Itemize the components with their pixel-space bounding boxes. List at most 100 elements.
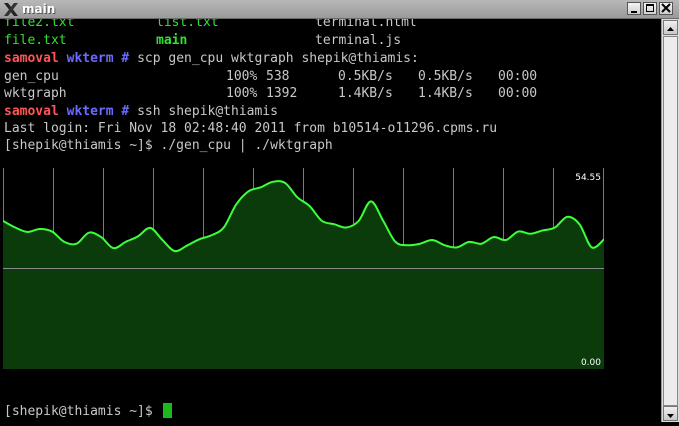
- minimize-button[interactable]: [627, 2, 641, 15]
- listing-item: terminal.js: [315, 33, 402, 48]
- close-icon: [661, 3, 671, 13]
- transfer-rate: 0.5KB/s: [418, 69, 473, 84]
- data-point: [321, 220, 323, 222]
- transfer-rate: 1.4KB/s: [338, 86, 393, 101]
- transfer-pct: 100%: [226, 86, 258, 101]
- title-bar[interactable]: main: [0, 0, 679, 19]
- prompt-user: samoval: [4, 51, 59, 66]
- data-point: [210, 234, 213, 236]
- shell-prompt: [shepik@thiamis ~]$: [4, 404, 153, 419]
- data-point: [284, 182, 286, 184]
- transfer-time: 00:00: [498, 69, 538, 84]
- vertical-scrollbar[interactable]: [661, 19, 679, 422]
- data-point: [39, 228, 41, 230]
- data-point: [112, 247, 114, 249]
- data-point: [296, 196, 298, 198]
- data-point: [174, 250, 176, 252]
- data-point: [100, 236, 102, 238]
- transfer-row: wktgraph 100% 1392 1.4KB/s 1.4KB/s 00:00: [4, 85, 661, 102]
- data-point: [259, 186, 262, 188]
- listing-row: file.txt main terminal.js: [4, 32, 661, 49]
- prompt-hash: #: [121, 104, 130, 119]
- listing-item: terminal.html: [315, 19, 417, 30]
- last-login-text: Last login: Fri Nov 18 02:48:40 2011 fro…: [4, 121, 498, 136]
- maximize-icon: [646, 4, 654, 12]
- prompt-user: samoval: [4, 104, 59, 119]
- data-point: [505, 239, 507, 241]
- data-point: [370, 200, 372, 202]
- data-point: [591, 246, 593, 249]
- scroll-down-button[interactable]: [663, 406, 678, 421]
- prompt-dir: wkterm: [66, 51, 114, 66]
- transfer-name: wktgraph: [4, 86, 67, 101]
- transfer-pct: 100%: [226, 69, 258, 84]
- data-point: [137, 235, 139, 237]
- close-button[interactable]: [659, 2, 673, 15]
- text-cursor: [162, 403, 172, 418]
- x-window-icon: [4, 3, 18, 16]
- data-point: [75, 243, 78, 245]
- data-point: [272, 181, 274, 183]
- data-point: [419, 243, 421, 245]
- data-point: [529, 233, 532, 235]
- terminal-area[interactable]: file2.txt list.txt terminal.html file.tx…: [0, 19, 661, 422]
- maximize-button[interactable]: [643, 2, 657, 15]
- transfer-row: gen_cpu 100% 538 0.5KB/s 0.5KB/s 00:00: [4, 68, 661, 85]
- chart-max-label: 54.55: [575, 173, 601, 183]
- scroll-up-button[interactable]: [663, 20, 678, 35]
- prompt-hash: #: [121, 51, 130, 66]
- transfer-size: 538: [266, 69, 290, 84]
- data-point: [161, 239, 164, 241]
- data-point: [309, 205, 311, 207]
- listing-item: main: [156, 33, 188, 48]
- minimize-icon: [631, 11, 637, 13]
- data-point: [443, 244, 446, 246]
- arrow-up-icon: [667, 27, 674, 31]
- command-text: ssh shepik@thiamis: [137, 104, 278, 119]
- listing-item: file2.txt: [4, 19, 75, 30]
- data-point: [26, 231, 29, 233]
- arrow-down-icon: [667, 414, 674, 418]
- data-point: [566, 216, 568, 218]
- cpu-graph: 54.55 0.00: [3, 168, 604, 369]
- data-point: [235, 204, 237, 206]
- data-point: [382, 220, 384, 222]
- data-point: [51, 230, 53, 233]
- window-title: main: [22, 2, 56, 16]
- data-point: [468, 241, 470, 243]
- chart-min-label: 0.00: [581, 358, 601, 368]
- data-point: [14, 226, 16, 229]
- data-point: [247, 190, 249, 192]
- data-point: [63, 241, 65, 243]
- remote-command-line: [shepik@thiamis ~]$ ./gen_cpu | ./wktgra…: [4, 138, 333, 153]
- data-point: [431, 239, 433, 241]
- data-point: [333, 223, 335, 225]
- data-point: [125, 241, 127, 243]
- data-point: [407, 244, 409, 246]
- data-point: [456, 246, 458, 249]
- data-point: [542, 229, 544, 232]
- transfer-time: 00:00: [498, 86, 538, 101]
- data-point: [198, 238, 200, 240]
- data-point: [345, 226, 348, 229]
- data-point: [358, 220, 360, 222]
- command-line: samoval wkterm # ssh shepik@thiamis: [4, 103, 278, 120]
- data-point: [517, 230, 519, 233]
- data-point: [480, 243, 482, 245]
- listing-item: list.txt: [156, 19, 219, 30]
- data-point: [186, 244, 188, 247]
- transfer-size: 1392: [266, 86, 298, 101]
- command-line: samoval wkterm # scp gen_cpu wktgraph sh…: [4, 50, 419, 67]
- transfer-name: gen_cpu: [4, 69, 59, 84]
- data-point: [493, 236, 495, 238]
- data-point: [578, 223, 581, 225]
- data-point: [394, 241, 397, 243]
- transfer-rate: 1.4KB/s: [418, 86, 473, 101]
- prompt-dir: wkterm: [66, 104, 114, 119]
- command-text: scp gen_cpu wktgraph shepik@thiamis:: [137, 51, 419, 66]
- scrollbar-thumb[interactable]: [663, 36, 678, 406]
- transfer-rate: 0.5KB/s: [338, 69, 393, 84]
- listing-item: file.txt: [4, 33, 67, 48]
- final-prompt-line[interactable]: [shepik@thiamis ~]$: [4, 403, 172, 420]
- data-point: [149, 227, 151, 229]
